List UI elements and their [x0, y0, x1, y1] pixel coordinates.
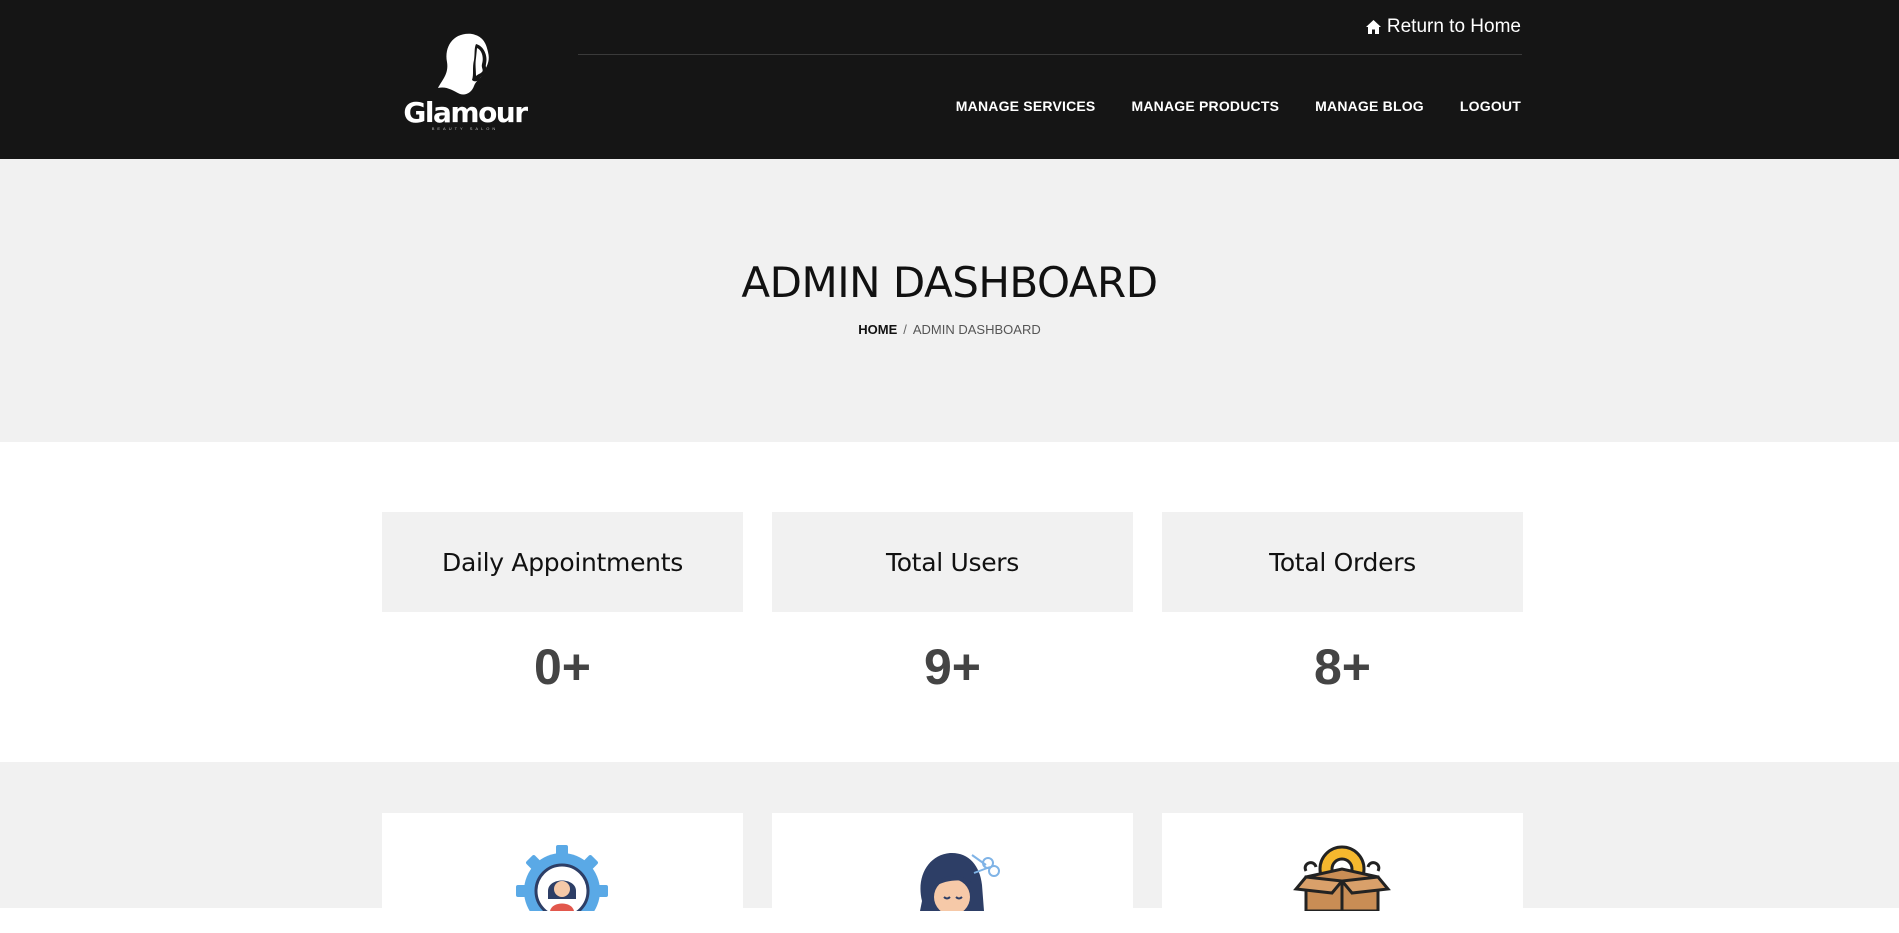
stat-daily-appointments: Daily Appointments 0+ [382, 512, 743, 696]
return-home-link[interactable]: Return to Home [1365, 16, 1521, 38]
management-cards [0, 762, 1899, 933]
woman-silhouette-icon [438, 33, 489, 95]
stat-total-users: Total Users 9+ [772, 512, 1133, 696]
logo-text: Glamour [403, 96, 528, 129]
return-home-label: Return to Home [1386, 16, 1521, 37]
main-nav: MANAGE SERVICES MANAGE PRODUCTS MANAGE B… [956, 98, 1521, 114]
product-box-icon [1293, 845, 1391, 911]
stat-value: 0+ [533, 639, 591, 695]
site-header: Glamour BEAUTY SALON Return to Home MANA… [0, 0, 1899, 159]
glamour-logo[interactable]: Glamour BEAUTY SALON [402, 30, 528, 132]
header-divider [578, 54, 1522, 55]
nav-manage-services[interactable]: MANAGE SERVICES [956, 98, 1096, 114]
breadcrumb-separator: / [903, 322, 907, 337]
stat-value: 8+ [1313, 639, 1371, 695]
home-icon [1365, 20, 1381, 34]
nav-manage-blog[interactable]: MANAGE BLOG [1315, 98, 1424, 114]
breadcrumb-home[interactable]: HOME [858, 322, 897, 337]
stat-value: 9+ [923, 639, 981, 695]
logo-subtitle: BEAUTY SALON [431, 126, 499, 131]
user-gear-icon [516, 845, 608, 911]
nav-logout[interactable]: LOGOUT [1460, 98, 1521, 114]
page-banner: ADMIN DASHBOARD HOME / ADMIN DASHBOARD [0, 159, 1899, 442]
page-title: ADMIN DASHBOARD [741, 258, 1158, 307]
stat-total-orders: Total Orders 8+ [1162, 512, 1523, 696]
stats-section: Daily Appointments 0+ Total Users 9+ Tot… [0, 442, 1899, 762]
breadcrumb-current: ADMIN DASHBOARD [912, 322, 1041, 337]
stat-label: Daily Appointments [382, 512, 743, 612]
stat-label: Total Users [772, 512, 1133, 612]
breadcrumb: HOME / ADMIN DASHBOARD [0, 322, 1899, 337]
card-manage-users[interactable] [382, 813, 743, 933]
hairdresser-icon [920, 852, 1000, 911]
card-manage-services[interactable] [772, 813, 1133, 933]
stat-label: Total Orders [1162, 512, 1523, 612]
nav-manage-products[interactable]: MANAGE PRODUCTS [1131, 98, 1279, 114]
card-manage-products[interactable] [1162, 813, 1523, 933]
